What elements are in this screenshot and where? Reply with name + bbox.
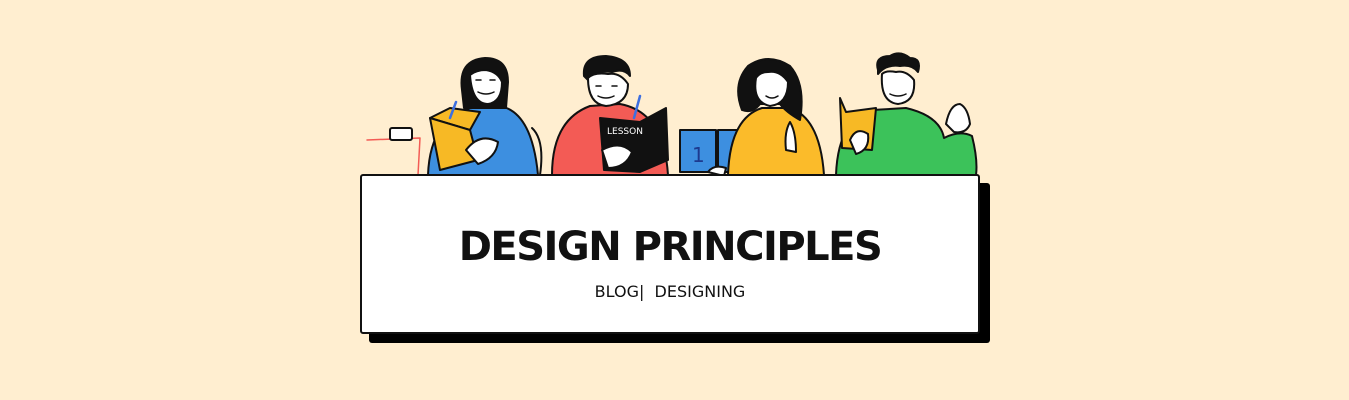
banner-category: BLOG [594,282,639,301]
person-reader-2: LESSON [551,55,669,176]
title-card: DESIGN PRINCIPLES BLOG| DESIGNING [360,174,980,334]
banner-subtitle: BLOG| DESIGNING [362,282,978,301]
banner-separator: | [638,282,645,301]
person-reader-4 [835,52,978,176]
person-reader-1 [366,57,543,176]
person-reader-3: 1 2 [679,58,825,177]
lesson-book-label: LESSON [607,127,643,137]
banner-topic: DESIGNING [654,282,746,301]
book-page-1: 1 [692,143,705,167]
banner-title: DESIGN PRINCIPLES [458,224,883,270]
